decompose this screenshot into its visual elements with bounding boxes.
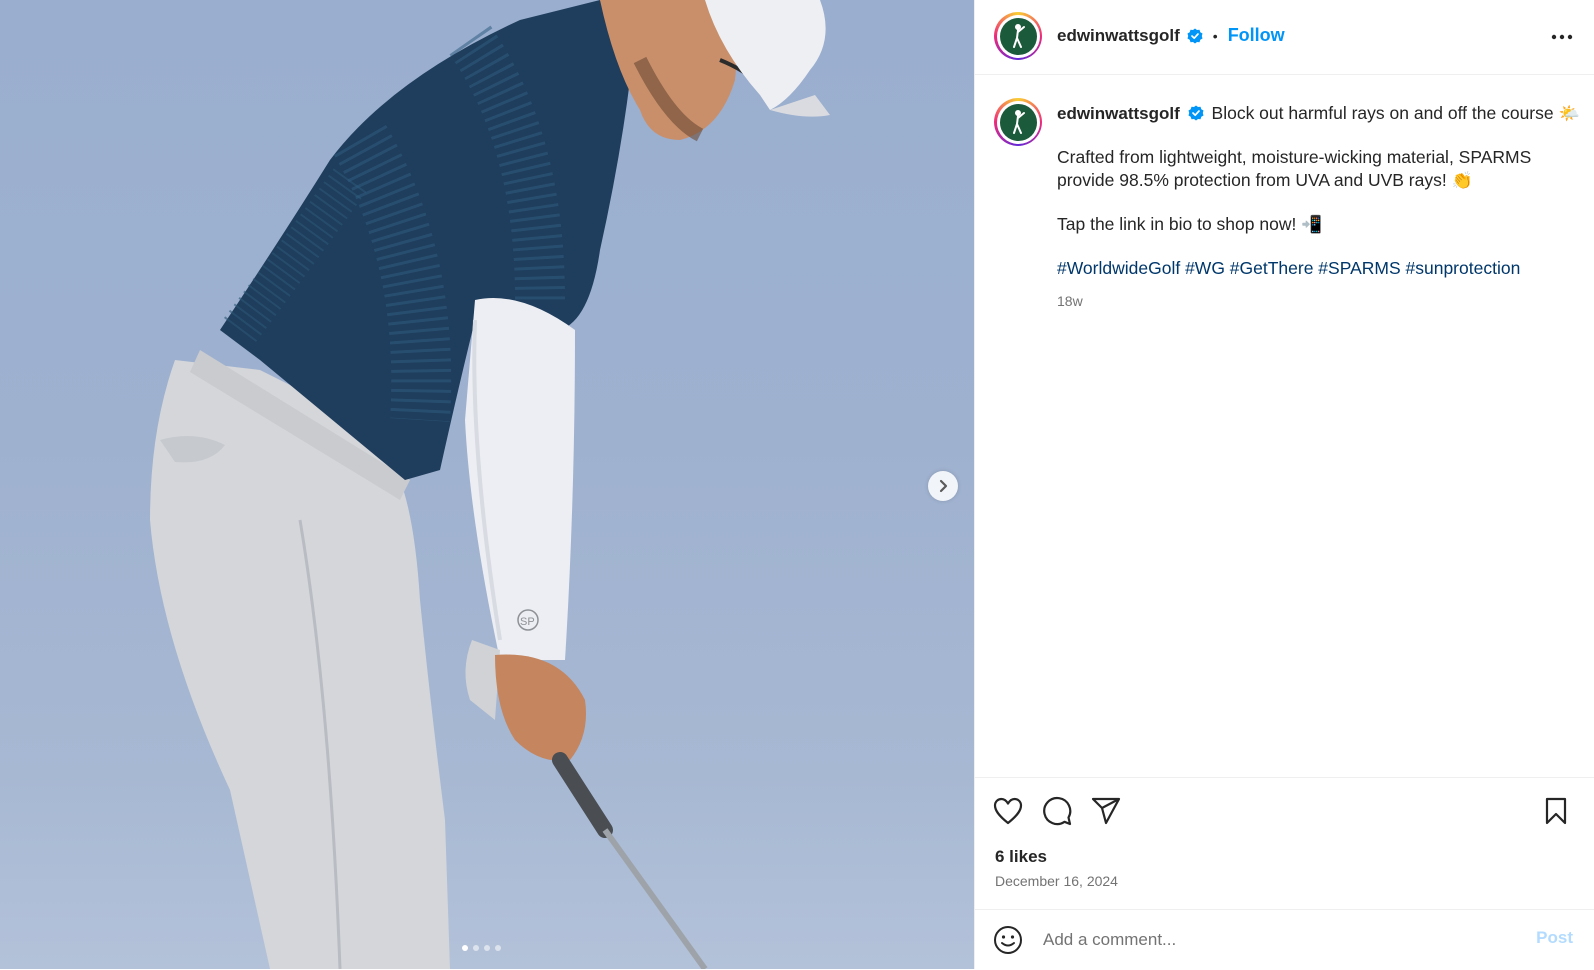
avatar[interactable]: [994, 12, 1042, 60]
avatar-frame: [996, 100, 1040, 144]
caption-username[interactable]: edwinwattsgolf: [1057, 104, 1180, 123]
save-button[interactable]: [1544, 797, 1568, 830]
caption-hashtags[interactable]: #WorldwideGolf #WG #GetThere #SPARMS #su…: [1057, 257, 1582, 280]
more-horizontal-icon: [1551, 34, 1573, 40]
post-photo: SP: [150, 0, 830, 969]
post-media[interactable]: SP: [0, 0, 974, 969]
instagram-post-modal: SP edwinwattsgolf • Follow edwinwattsgol…: [0, 0, 1594, 969]
next-slide-button[interactable]: [928, 471, 958, 501]
carousel-dot: [495, 945, 501, 951]
golfer-logo-icon: [999, 17, 1037, 55]
sun-cloud-emoji: 🌤️: [1558, 104, 1580, 123]
like-button[interactable]: [993, 797, 1023, 830]
action-bar: [975, 777, 1594, 778]
caption-timestamp[interactable]: 18w: [1057, 290, 1582, 313]
golfer-logo-icon: [999, 103, 1037, 141]
phone-emoji: 📲: [1301, 215, 1323, 234]
clapping-emoji: 👏: [1451, 171, 1473, 190]
post-side-panel: edwinwattsgolf • Follow edwinwattsgolf B…: [974, 0, 1594, 969]
carousel-indicator: [462, 945, 501, 951]
post-header: edwinwattsgolf • Follow: [975, 0, 1594, 75]
smiley-icon: [994, 926, 1022, 954]
share-button[interactable]: [1091, 797, 1121, 830]
header-username[interactable]: edwinwattsgolf: [1057, 26, 1180, 46]
post-date[interactable]: December 16, 2024: [995, 873, 1118, 889]
heart-icon: [993, 797, 1023, 825]
comment-composer: Post: [975, 909, 1594, 970]
comment-bubble-icon: [1043, 796, 1072, 826]
caption-avatar[interactable]: [994, 98, 1042, 146]
comment-button[interactable]: [1042, 796, 1072, 831]
caption-headline-line: edwinwattsgolf Block out harmful rays on…: [1057, 102, 1582, 125]
carousel-dot: [473, 945, 479, 951]
carousel-dot: [462, 945, 468, 951]
header-identity: edwinwattsgolf • Follow: [1057, 25, 1285, 46]
paper-plane-icon: [1091, 797, 1121, 825]
separator-dot: •: [1212, 27, 1218, 44]
follow-button[interactable]: Follow: [1228, 25, 1285, 46]
likes-count[interactable]: 6 likes: [995, 847, 1047, 867]
caption-paragraph-line: Crafted from lightweight, moisture-wicki…: [1057, 146, 1582, 192]
bookmark-icon: [1545, 797, 1567, 825]
caption-text: edwinwattsgolf Block out harmful rays on…: [1057, 102, 1582, 313]
avatar-frame: [996, 14, 1040, 58]
caption-cta: Tap the link in bio to shop now!: [1057, 214, 1297, 234]
emoji-picker-button[interactable]: [993, 925, 1023, 960]
post-comment-button[interactable]: Post: [1536, 928, 1573, 948]
sleeve-logo-text: SP: [520, 616, 535, 628]
more-options-button[interactable]: [1551, 24, 1573, 55]
comment-input[interactable]: [1041, 924, 1505, 956]
carousel-dot: [484, 945, 490, 951]
caption-cta-line: Tap the link in bio to shop now! 📲: [1057, 213, 1582, 236]
verified-badge-icon: [1187, 28, 1203, 43]
chevron-right-icon: [939, 479, 948, 493]
verified-badge-icon: [1188, 105, 1204, 121]
caption-headline: Block out harmful rays on and off the co…: [1211, 103, 1554, 123]
